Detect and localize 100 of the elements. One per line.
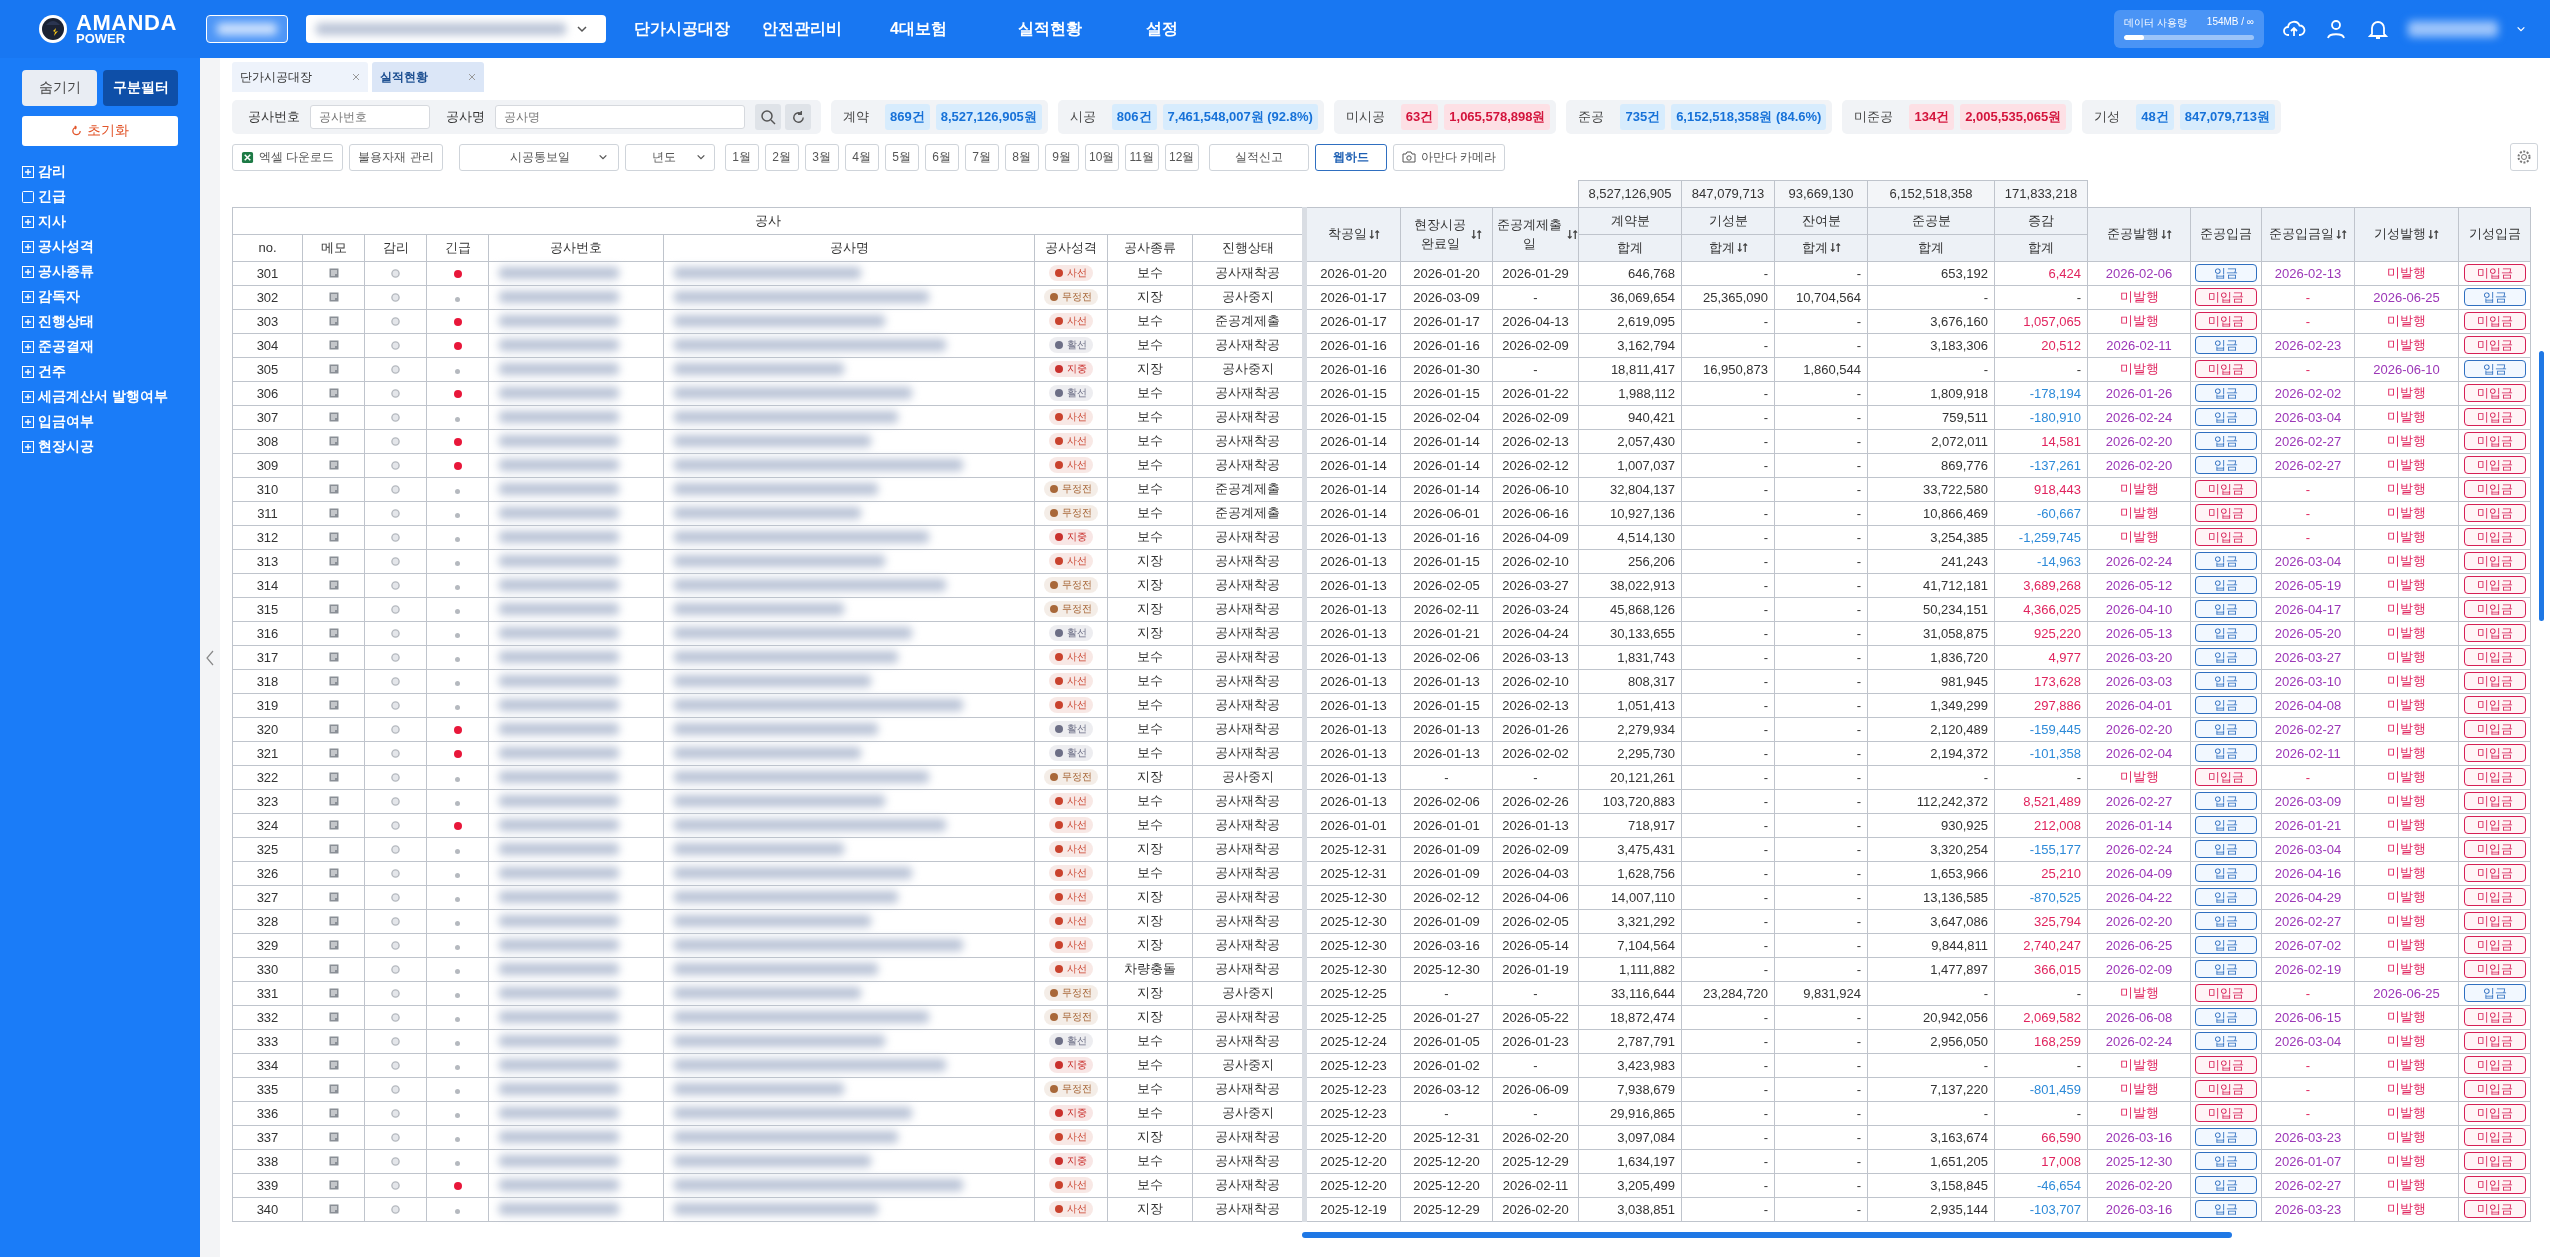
expand-icon[interactable] bbox=[22, 366, 34, 378]
month-button[interactable]: 4월 bbox=[844, 143, 879, 171]
deposit-button[interactable]: 미입금 bbox=[2463, 888, 2526, 906]
deposit-button[interactable]: 미입금 bbox=[2463, 1128, 2526, 1146]
deposit-button[interactable]: 입금 bbox=[2195, 1032, 2257, 1050]
header-cell[interactable]: 준공계제출일 bbox=[1492, 207, 1579, 261]
header-cell[interactable]: 합계 bbox=[1994, 234, 2088, 261]
deposit-button[interactable]: 미입금 bbox=[2463, 576, 2526, 594]
header-cell[interactable]: 합계 bbox=[1578, 234, 1682, 261]
deposit-button[interactable]: 미입금 bbox=[2195, 1104, 2257, 1122]
expand-icon[interactable] bbox=[22, 216, 34, 228]
memo-icon[interactable] bbox=[328, 1179, 339, 1190]
memo-icon[interactable] bbox=[328, 891, 339, 902]
memo-icon[interactable] bbox=[328, 651, 339, 662]
memo-icon[interactable] bbox=[328, 843, 339, 854]
memo-icon[interactable] bbox=[328, 1155, 339, 1166]
month-button[interactable]: 9월 bbox=[1044, 143, 1079, 171]
deposit-button[interactable]: 미입금 bbox=[2195, 360, 2257, 378]
deposit-button[interactable]: 미입금 bbox=[2463, 528, 2526, 546]
memo-icon[interactable] bbox=[328, 531, 339, 542]
deposit-button[interactable]: 미입금 bbox=[2463, 696, 2526, 714]
month-button[interactable]: 12월 bbox=[1164, 143, 1199, 171]
deposit-button[interactable]: 입금 bbox=[2195, 696, 2257, 714]
deposit-button[interactable]: 미입금 bbox=[2463, 480, 2526, 498]
deposit-button[interactable]: 입금 bbox=[2195, 1176, 2257, 1194]
memo-icon[interactable] bbox=[328, 747, 339, 758]
deposit-button[interactable]: 입금 bbox=[2195, 1152, 2257, 1170]
month-button[interactable]: 10월 bbox=[1084, 143, 1119, 171]
deposit-button[interactable]: 입금 bbox=[2195, 552, 2257, 570]
deposit-button[interactable]: 미입금 bbox=[2463, 432, 2526, 450]
memo-icon[interactable] bbox=[328, 939, 339, 950]
memo-icon[interactable] bbox=[328, 363, 339, 374]
nav-item[interactable]: 4대보험 bbox=[890, 18, 1018, 40]
deposit-button[interactable]: 입금 bbox=[2195, 600, 2257, 618]
deposit-button[interactable]: 미입금 bbox=[2463, 264, 2526, 282]
date-select[interactable]: 시공통보일 bbox=[458, 143, 619, 171]
scrollbar[interactable] bbox=[2539, 351, 2544, 621]
deposit-button[interactable]: 입금 bbox=[2195, 336, 2257, 354]
sort-icon[interactable] bbox=[1567, 228, 1578, 240]
sort-icon[interactable] bbox=[2428, 228, 2439, 240]
search-button[interactable] bbox=[755, 104, 781, 130]
deposit-button[interactable]: 미입금 bbox=[2463, 672, 2526, 690]
sort-icon[interactable] bbox=[1829, 242, 1841, 253]
search-field[interactable]: 공사번호 bbox=[310, 105, 430, 129]
refresh-button[interactable] bbox=[785, 104, 811, 130]
deposit-button[interactable]: 미입금 bbox=[2463, 552, 2526, 570]
settings-button[interactable] bbox=[2510, 143, 2538, 171]
filter-group[interactable]: 준공결재 bbox=[22, 337, 178, 357]
memo-icon[interactable] bbox=[328, 963, 339, 974]
header-cell[interactable]: 준공입금일 bbox=[2261, 207, 2355, 261]
deposit-button[interactable]: 미입금 bbox=[2463, 936, 2526, 954]
deposit-button[interactable]: 미입금 bbox=[2463, 1008, 2526, 1026]
deposit-button[interactable]: 미입금 bbox=[2463, 408, 2526, 426]
memo-icon[interactable] bbox=[328, 1131, 339, 1142]
year-select[interactable]: 년도 bbox=[624, 143, 715, 171]
deposit-button[interactable]: 입금 bbox=[2195, 384, 2257, 402]
deposit-button[interactable]: 미입금 bbox=[2463, 720, 2526, 738]
month-button[interactable]: 5월 bbox=[884, 143, 919, 171]
deposit-button[interactable]: 입금 bbox=[2195, 432, 2257, 450]
month-button[interactable]: 7월 bbox=[964, 143, 999, 171]
deposit-button[interactable]: 미입금 bbox=[2195, 1080, 2257, 1098]
deposit-button[interactable]: 미입금 bbox=[2195, 288, 2257, 306]
deposit-button[interactable]: 미입금 bbox=[2463, 1200, 2526, 1218]
memo-icon[interactable] bbox=[328, 771, 339, 782]
sort-icon[interactable] bbox=[1736, 242, 1748, 253]
memo-icon[interactable] bbox=[328, 1107, 339, 1118]
deposit-button[interactable]: 미입금 bbox=[2463, 1104, 2526, 1122]
checkbox[interactable] bbox=[22, 191, 34, 203]
filter-group[interactable]: 현장시공 bbox=[22, 437, 178, 457]
blurred-username[interactable] bbox=[2408, 21, 2498, 37]
month-button[interactable]: 8월 bbox=[1004, 143, 1039, 171]
memo-icon[interactable] bbox=[328, 1083, 339, 1094]
filter-group[interactable]: 진행상태 bbox=[22, 312, 178, 332]
deposit-button[interactable]: 미입금 bbox=[2195, 1056, 2257, 1074]
expand-icon[interactable] bbox=[22, 241, 34, 253]
filter-group[interactable]: 감리 bbox=[22, 162, 178, 182]
memo-icon[interactable] bbox=[328, 699, 339, 710]
report-button[interactable]: 실적신고 bbox=[1208, 143, 1309, 171]
nav-item[interactable]: 설정 bbox=[1146, 18, 1274, 40]
memo-icon[interactable] bbox=[328, 579, 339, 590]
deposit-button[interactable]: 입금 bbox=[2195, 960, 2257, 978]
close-icon[interactable] bbox=[352, 73, 360, 81]
deposit-button[interactable]: 입금 bbox=[2195, 912, 2257, 930]
sidebar-toggle-button[interactable]: 숨기기 bbox=[22, 70, 97, 106]
deposit-button[interactable]: 입금 bbox=[2195, 744, 2257, 762]
nav-item[interactable]: 안전관리비 bbox=[762, 18, 890, 40]
deposit-button[interactable]: 입금 bbox=[2463, 984, 2526, 1002]
deposit-button[interactable]: 미입금 bbox=[2463, 600, 2526, 618]
deposit-button[interactable]: 미입금 bbox=[2463, 960, 2526, 978]
memo-icon[interactable] bbox=[328, 987, 339, 998]
caret-icon[interactable] bbox=[2516, 24, 2526, 34]
filter-group[interactable]: 공사종류 bbox=[22, 262, 178, 282]
memo-icon[interactable] bbox=[328, 795, 339, 806]
filter-group[interactable]: 지사 bbox=[22, 212, 178, 232]
memo-icon[interactable] bbox=[328, 315, 339, 326]
memo-icon[interactable] bbox=[328, 387, 339, 398]
expand-icon[interactable] bbox=[22, 316, 34, 328]
memo-icon[interactable] bbox=[328, 291, 339, 302]
memo-icon[interactable] bbox=[328, 603, 339, 614]
reset-button[interactable]: 초기화 bbox=[22, 116, 178, 146]
